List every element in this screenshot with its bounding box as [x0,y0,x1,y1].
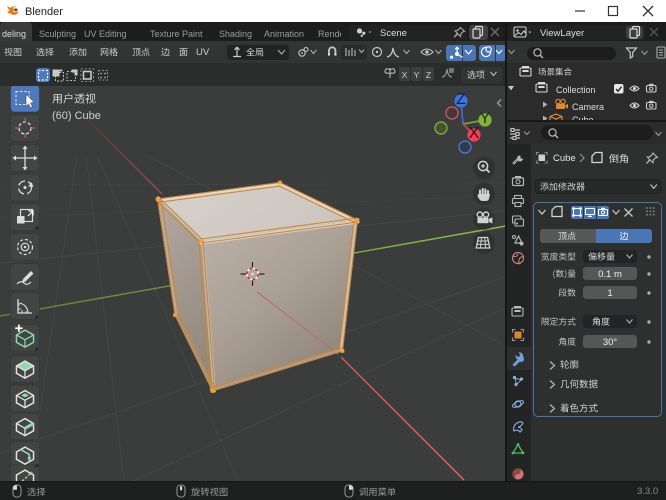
svg-text:Z: Z [456,91,466,108]
svg-text:Y: Y [480,110,491,127]
svg-text:X: X [469,125,480,142]
